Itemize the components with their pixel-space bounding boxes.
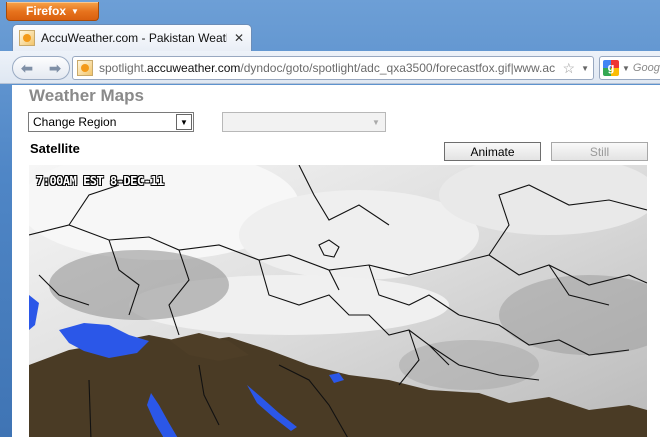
region-select-value: Change Region xyxy=(33,115,117,129)
site-identity-icon[interactable] xyxy=(77,60,93,76)
url-text[interactable]: spotlight.accuweather.com/dyndoc/goto/sp… xyxy=(99,61,557,75)
navigation-bar: ⬅ ➡ spotlight.accuweather.com/dyndoc/got… xyxy=(0,51,660,84)
url-prefix: spotlight. xyxy=(99,61,148,75)
chevron-down-icon: ▼ xyxy=(372,117,380,127)
timestamp-label: 7:00AM EST 8-DEC-11 xyxy=(36,174,164,188)
page-title: Weather Maps xyxy=(29,86,144,105)
chevron-down-icon: ▼ xyxy=(71,6,79,16)
satellite-image xyxy=(29,165,647,437)
web-page: Weather Maps Change Region ▼ ▼ Satellite… xyxy=(12,85,660,437)
still-button[interactable]: Still xyxy=(551,142,648,161)
back-icon[interactable]: ⬅ xyxy=(17,58,37,78)
search-box[interactable]: g ▼ Goog xyxy=(599,56,660,80)
history-dropdown-icon[interactable]: ▼ xyxy=(581,64,589,73)
tab-accuweather[interactable]: AccuWeather.com - Pakistan Weathe... ✕ xyxy=(12,24,252,51)
subregion-select[interactable]: ▼ xyxy=(222,112,386,132)
section-label: Satellite xyxy=(30,141,80,156)
close-tab-icon[interactable]: ✕ xyxy=(233,31,245,45)
url-path: /dyndoc/goto/spotlight/adc_qxa3500/forec… xyxy=(240,61,556,75)
url-bar[interactable]: spotlight.accuweather.com/dyndoc/goto/sp… xyxy=(72,56,594,80)
browser-window: Firefox ▼ AccuWeather.com - Pakistan Wea… xyxy=(0,0,660,437)
firefox-menu-label: Firefox xyxy=(26,4,67,18)
tab-title: AccuWeather.com - Pakistan Weathe... xyxy=(41,31,227,45)
tab-strip: AccuWeather.com - Pakistan Weathe... ✕ xyxy=(0,24,660,51)
bookmark-star-icon[interactable]: ☆ xyxy=(563,60,576,77)
chevron-down-icon: ▼ xyxy=(176,114,192,130)
nav-buttons: ⬅ ➡ xyxy=(12,56,70,80)
satellite-map: 7:00AM EST 8-DEC-11 xyxy=(29,165,647,437)
search-placeholder: Goog xyxy=(632,62,660,74)
accuweather-favicon-icon xyxy=(19,30,35,46)
change-region-select[interactable]: Change Region ▼ xyxy=(28,112,194,132)
google-search-engine-icon[interactable]: g xyxy=(603,60,619,76)
firefox-menu-button[interactable]: Firefox ▼ xyxy=(6,2,99,21)
search-engine-dropdown-icon[interactable]: ▼ xyxy=(622,64,630,73)
animate-button[interactable]: Animate xyxy=(444,142,541,161)
url-domain: accuweather.com xyxy=(147,61,241,75)
forward-icon[interactable]: ➡ xyxy=(45,58,65,78)
